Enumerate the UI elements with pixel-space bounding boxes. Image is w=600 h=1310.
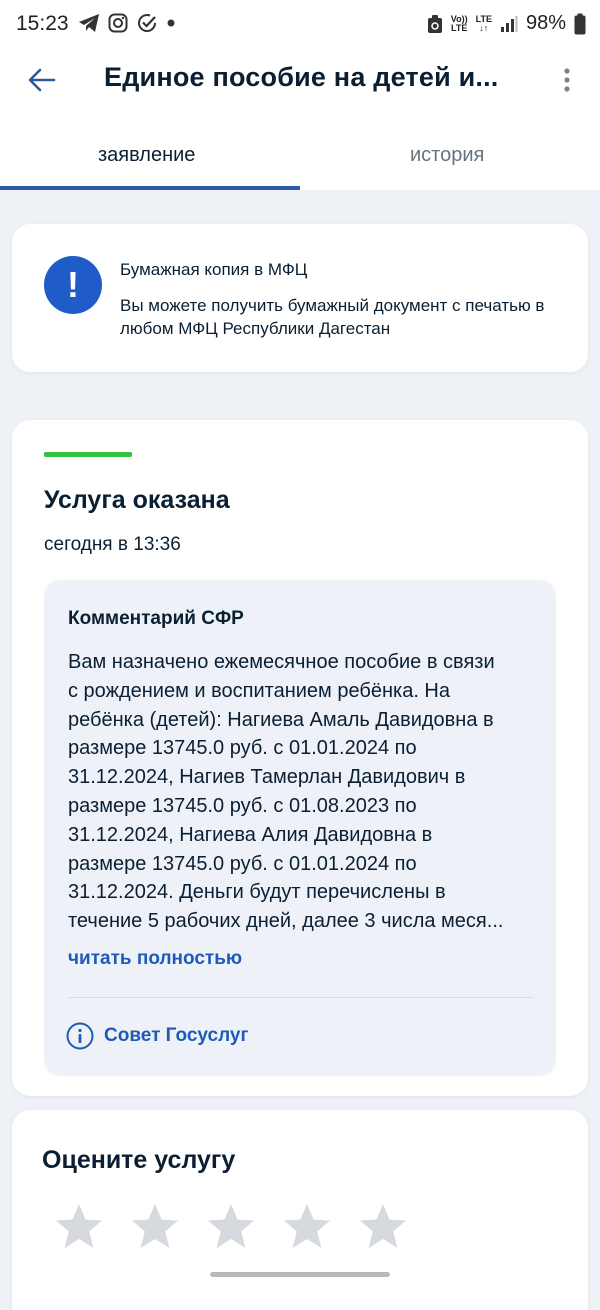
tab-bar: заявление история — [0, 116, 600, 190]
advice-link[interactable]: Совет Госуслуг — [66, 1022, 248, 1050]
mfc-notice-card: ! Бумажная копия в МФЦ Вы можете получит… — [12, 224, 588, 372]
active-tab-indicator — [0, 186, 300, 190]
star-icon[interactable] — [282, 1202, 332, 1252]
comment-line: течение 5 рабочих дней, далее 3 числа ме… — [68, 910, 504, 933]
status-bar: 15:23 Vo)) LTE LTE ↓↑ 98% — [0, 0, 600, 46]
status-indicator-bar — [44, 452, 132, 457]
comment-block: Комментарий СФР Вам назначено ежемесячно… — [44, 580, 556, 1076]
tab-application[interactable]: заявление — [98, 144, 195, 167]
tab-history[interactable]: история — [410, 144, 484, 167]
volte-icon: Vo)) LTE — [450, 13, 468, 33]
star-rating — [54, 1202, 408, 1252]
notification-icons — [78, 12, 176, 34]
comment-line: размере 13745.0 руб. с 01.01.2024 по — [68, 852, 417, 875]
comment-line: размере 13745.0 руб. с 01.01.2024 по — [68, 737, 417, 760]
notice-text: Вы можете получить бумажный документ с п… — [120, 296, 545, 338]
back-arrow-icon[interactable] — [26, 64, 58, 96]
battery-percent: 98% — [525, 12, 566, 34]
star-icon[interactable] — [358, 1202, 408, 1252]
advice-label: Совет Госуслуг — [104, 1025, 249, 1046]
rating-card: Оцените услугу — [12, 1110, 588, 1310]
exclamation-icon: ! — [44, 256, 102, 314]
status-time: 15:23 — [16, 12, 69, 35]
lte-icon: LTE ↓↑ — [475, 13, 492, 33]
signal-icon — [500, 15, 518, 32]
gesture-home-bar[interactable] — [210, 1272, 390, 1277]
comment-line: с рождением и воспитанием ребёнка. На — [68, 679, 450, 702]
info-icon — [66, 1022, 94, 1050]
read-more-link[interactable]: читать полностью — [68, 948, 242, 970]
status-card: Услуга оказана сегодня в 13:36 Комментар… — [12, 420, 588, 1096]
star-icon[interactable] — [54, 1202, 104, 1252]
recycle-lock-icon — [427, 14, 442, 33]
divider — [68, 997, 534, 998]
star-icon[interactable] — [130, 1202, 180, 1252]
comment-line: 31.12.2024, Нагиев Тамерлан Давидович в — [68, 766, 466, 789]
dot-icon — [167, 19, 175, 27]
comment-line: Вам назначено ежемесячное пособие в связ… — [68, 651, 495, 673]
star-icon[interactable] — [206, 1202, 256, 1252]
comment-line: ребёнка (детей): Нагиева Амаль Давидовна… — [68, 708, 494, 731]
comment-title: Комментарий СФР — [68, 608, 244, 629]
status-title: Услуга оказана — [44, 486, 230, 514]
more-vertical-icon[interactable] — [557, 66, 577, 96]
comment-line: 31.12.2024. Деньги будут перечислены в — [68, 881, 446, 904]
comment-line: размере 13745.0 руб. с 01.08.2023 по — [68, 794, 417, 817]
instagram-icon — [108, 13, 128, 33]
check-circle-icon — [138, 14, 156, 32]
battery-icon — [574, 13, 586, 34]
rating-title: Оцените услугу — [42, 1146, 236, 1174]
notice-title: Бумажная копия в МФЦ — [120, 260, 308, 279]
app-bar: Единое пособие на детей и... — [0, 46, 600, 116]
status-time: сегодня в 13:36 — [44, 534, 181, 555]
telegram-icon — [79, 14, 99, 32]
page-title: Единое пособие на детей и... — [104, 62, 499, 92]
comment-line: 31.12.2024, Нагиева Алия Давидовна в — [68, 823, 433, 846]
system-icons: Vo)) LTE LTE ↓↑ 98% — [427, 12, 586, 35]
comment-text: Вам назначено ежемесячное пособие в связ… — [68, 648, 538, 936]
